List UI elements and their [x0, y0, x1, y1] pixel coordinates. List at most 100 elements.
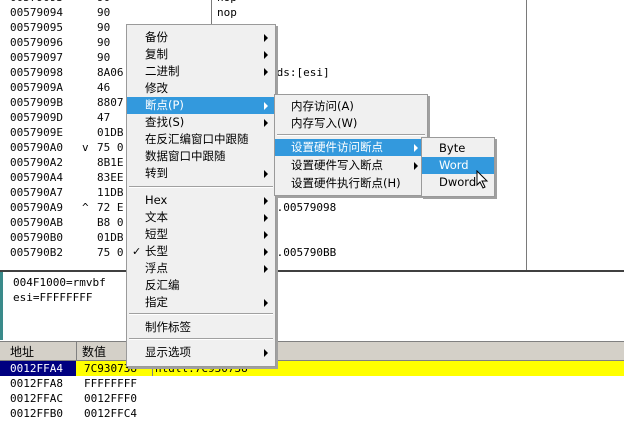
submenu-arrow-icon — [264, 231, 268, 239]
context-menu-item[interactable]: 浮点 — [127, 260, 275, 277]
disasm-hex: 11DB — [97, 186, 124, 199]
disasm-hex: 46 — [97, 81, 111, 94]
stack-value: FFFFFFFF — [84, 377, 137, 390]
context-menu-item[interactable]: 在反汇编窗口中跟随 — [127, 131, 275, 148]
stack-value: 0012FFF0 — [84, 392, 137, 405]
context-menu-item[interactable]: 转到 — [127, 165, 275, 182]
menu-item-label: 数据窗口中跟随 — [145, 149, 226, 163]
submenu-arrow-icon — [264, 102, 268, 110]
disasm-row[interactable]: 0057909A 46 — [0, 80, 624, 95]
disasm-hex: 8807 — [97, 96, 124, 109]
column-header-value[interactable]: 数值 — [82, 343, 106, 360]
disasm-row[interactable]: 005790A9 72 Et rmvbfix.00579098 — [0, 200, 624, 215]
context-menu-item[interactable]: 显示选项 — [127, 344, 275, 361]
disasm-address: 005790A9 — [10, 201, 63, 214]
menu-separator — [129, 313, 273, 315]
breakpoint-size-item[interactable]: Byte — [422, 140, 494, 157]
disasm-row[interactable]: 00579095 90 — [0, 20, 624, 35]
stack-row[interactable]: 0012FFA4 7C930738 ntdll.7C930738 — [0, 361, 624, 376]
menu-separator — [129, 338, 273, 340]
submenu-arrow-icon — [264, 299, 268, 307]
disasm-hex: 75 0 — [97, 141, 124, 154]
disasm-address: 005790AB — [10, 216, 63, 229]
disasm-row[interactable]: 005790ABB8 0,1 — [0, 215, 624, 230]
disasm-hex: 8B1E — [97, 156, 124, 169]
stack-row[interactable]: 0012FFA8 FFFFFFFF — [0, 376, 624, 391]
stack-row[interactable]: 0012FFAC 0012FFF0 — [0, 391, 624, 406]
menu-item-label: 设置硬件执行断点(H) — [291, 176, 401, 190]
context-menu-item[interactable]: 指定 — [127, 294, 275, 311]
disasm-instruction: nop — [217, 6, 237, 19]
disasm-hex: 83EE — [97, 171, 124, 184]
disasm-row[interactable]: 005790B001DB,ebx — [0, 230, 624, 245]
context-menu-item[interactable]: 长型 ✓ — [127, 243, 275, 260]
context-menu-item[interactable]: 备份 — [127, 29, 275, 46]
submenu-arrow-icon — [264, 248, 268, 256]
menu-item-label: Word — [439, 158, 469, 172]
context-menu-item[interactable]: 反汇编 — [127, 277, 275, 294]
submenu-arrow-icon — [264, 170, 268, 178]
breakpoint-menu-item[interactable]: 内存访问(A) — [275, 98, 427, 115]
disasm-row[interactable]: 00579096 90 — [0, 35, 624, 50]
menu-item-label: 备份 — [145, 30, 168, 44]
disasm-address: 0057909E — [10, 126, 63, 139]
disasm-hex: 90 — [97, 21, 111, 34]
disasm-address: 005790B2 — [10, 246, 63, 259]
context-menu-item[interactable]: 二进制 — [127, 63, 275, 80]
menu-item-label: 二进制 — [145, 64, 180, 78]
context-menu-item[interactable]: 文本 — [127, 209, 275, 226]
disasm-address: 005790B0 — [10, 231, 63, 244]
submenu-arrow-icon — [264, 265, 268, 273]
menu-item-label: 修改 — [145, 81, 168, 95]
breakpoint-menu-item[interactable]: 设置硬件执行断点(H) — [275, 175, 427, 192]
menu-item-label: 设置硬件写入断点 — [291, 158, 383, 172]
submenu-arrow-icon — [264, 51, 268, 59]
disasm-row[interactable]: 00579094 90 nop — [0, 5, 624, 20]
context-menu-item[interactable]: 短型 — [127, 226, 275, 243]
stack-row[interactable]: 0012FFB0 0012FFC4 — [0, 406, 624, 421]
submenu-arrow-icon — [264, 119, 268, 127]
stack-address: 0012FFB0 — [10, 407, 63, 420]
submenu-arrow-icon — [264, 197, 268, 205]
context-menu-item[interactable]: 查找(S) — [127, 114, 275, 131]
disasm-row[interactable]: 005790988A06byte ptr ds:[esi] — [0, 65, 624, 80]
menu-item-label: 显示选项 — [145, 345, 191, 359]
breakpoint-menu-item[interactable]: 内存写入(W) — [275, 115, 427, 132]
menu-item-label: 复制 — [145, 47, 168, 61]
disasm-address: 00579097 — [10, 51, 63, 64]
stack-pane[interactable]: 地址 数值 0012FFA4 7C930738 ntdll.7C930738 0012… — [0, 340, 624, 427]
menu-item-label: 转到 — [145, 166, 168, 180]
disasm-address: 00579098 — [10, 66, 63, 79]
breakpoint-menu-item[interactable]: 设置硬件访问断点 — [275, 139, 427, 156]
stack-address: 0012FFA8 — [10, 377, 63, 390]
disasm-address: 00579095 — [10, 21, 63, 34]
breakpoint-submenu: 内存访问(A) 内存写入(W) 设置硬件访问断点设置硬件写入断点设置硬件执行断点(H… — [274, 94, 428, 196]
column-divider[interactable] — [526, 0, 527, 270]
context-menu-item[interactable]: 数据窗口中跟随 — [127, 148, 275, 165]
column-header-address[interactable]: 地址 — [10, 343, 34, 360]
disasm-hex: 8A06 — [97, 66, 124, 79]
stack-address: 0012FFAC — [10, 392, 63, 405]
menu-item-label: 短型 — [145, 227, 168, 241]
disasm-hex: 90 — [97, 6, 111, 19]
info-line: 004F1000=rmvbf — [13, 276, 106, 289]
submenu-arrow-icon — [414, 144, 418, 152]
disasm-row[interactable]: 00579097 90 — [0, 50, 624, 65]
context-menu-item[interactable]: 修改 — [127, 80, 275, 97]
context-menu-item[interactable]: 断点(P) — [127, 97, 275, 114]
disasm-address: 005790A2 — [10, 156, 63, 169]
menu-item-label: Hex — [145, 193, 168, 207]
menu-item-label: 内存写入(W) — [291, 116, 358, 130]
disasm-row[interactable]: 005790B2 75 0t rmvbfix.005790BB — [0, 245, 624, 260]
context-menu-item[interactable]: Hex — [127, 192, 275, 209]
menu-item-label: 断点(P) — [145, 98, 184, 112]
disasm-hex: 72 E — [97, 201, 124, 214]
submenu-arrow-icon — [264, 34, 268, 42]
disasm-address: 0057909B — [10, 96, 63, 109]
disasm-hex: 47 — [97, 111, 111, 124]
context-menu-item[interactable]: 制作标签 — [127, 319, 275, 336]
menu-item-label: 反汇编 — [145, 278, 180, 292]
context-menu-item[interactable]: 复制 — [127, 46, 275, 63]
breakpoint-menu-item[interactable]: 设置硬件写入断点 — [275, 157, 427, 174]
menu-item-label: 内存访问(A) — [291, 99, 354, 113]
